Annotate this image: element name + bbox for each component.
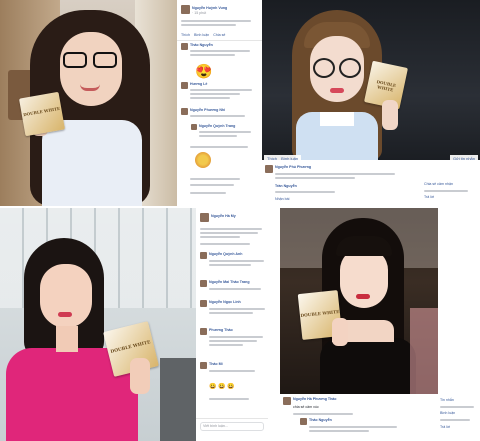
liker-name[interactable]: Nguyễn Phương Nhi — [190, 108, 225, 112]
product-box: DOUBLE WHITE — [19, 91, 65, 137]
photo-left-actions: Thích Bình luận — [264, 155, 302, 162]
comment-link[interactable]: Bình luận — [440, 411, 455, 415]
commenter-name[interactable]: Nguyễn Quỳnh Anh — [209, 252, 242, 256]
heart-eyes-emoji: 😍 — [195, 63, 213, 79]
sidebar-panel-4: Tin nhắn Bình luận Trả lời — [438, 394, 480, 441]
reply-link[interactable]: Trả lời — [424, 195, 434, 199]
panel-top-right: DOUBLE WHITE Thích Bình luận Gửi tin nhắ… — [262, 0, 480, 206]
comment-input[interactable]: Viết bình luận... — [200, 422, 264, 431]
commenter-name[interactable]: Nguyễn Ngọc Linh — [209, 300, 241, 304]
liker-name[interactable]: Hương Lê — [190, 82, 207, 86]
message-link[interactable]: Tin nhắn — [440, 398, 454, 402]
post-author[interactable]: Nguyễn Huỳnh Vung — [192, 6, 227, 10]
reply-link[interactable]: Trả lời — [440, 425, 450, 429]
commenter-name[interactable]: Nguyễn Mai Thảo Trang — [209, 280, 250, 284]
facebook-comments-panel-3: Nguyễn Hà My Nguyễn Quỳnh Anh Nguyễn Mai… — [196, 208, 268, 441]
comment-author[interactable]: Thảo Nguyễn — [190, 43, 213, 47]
comment-action[interactable]: Bình luận — [194, 33, 209, 37]
facebook-comments-panel-2: Nguyễn Phú Phương Trần Nguyễn Nhận bài C… — [262, 162, 480, 206]
panel-bottom-right: DOUBLE WHITE Nguyễn Hà Phương Thảo chia … — [270, 208, 480, 441]
sticker-image — [195, 152, 211, 168]
share-action[interactable]: Chia sẻ — [213, 33, 225, 37]
like-button[interactable]: Thích — [267, 156, 277, 161]
post-author[interactable]: Nguyễn Hà Phương Thảo — [293, 397, 337, 401]
photo-girl-bangs: DOUBLE WHITE — [280, 208, 438, 394]
commenter-name[interactable]: Phương Thảo — [209, 328, 233, 332]
post-author[interactable]: Nguyễn Phú Phương — [275, 165, 311, 169]
like-action[interactable]: Thích — [181, 33, 190, 37]
photo-girl-round-glasses: DOUBLE WHITE — [262, 0, 480, 160]
panel-bottom-left: DOUBLE WHITE Nguyễn Hà My Nguyễn Quỳnh A… — [0, 208, 268, 441]
post-author[interactable]: Nguyễn Hà My — [211, 214, 236, 218]
reply-author[interactable]: Thảo Nguyễn — [309, 418, 332, 422]
comment-button[interactable]: Bình luận — [281, 156, 298, 161]
comment-author[interactable]: Trần Nguyễn — [275, 184, 297, 188]
reply-link[interactable]: Nhận bài — [275, 197, 289, 201]
panel-top-left: DOUBLE WHITE Nguyễn Huỳnh Vung · 15 phút… — [0, 0, 262, 206]
share-feeling-link[interactable]: Chia sẻ cảm nhận — [424, 182, 453, 186]
facebook-comments-panel-4: Nguyễn Hà Phương Thảo chia sẻ cảm xúc Th… — [280, 394, 438, 441]
reply-author[interactable]: Nguyễn Quỳnh Trang — [199, 124, 235, 128]
send-message-button[interactable]: Gửi tin nhắn — [449, 155, 478, 162]
photo-girl-glasses: DOUBLE WHITE — [0, 0, 177, 206]
photo-girl-pink-top: DOUBLE WHITE — [0, 208, 196, 441]
commenter-name[interactable]: Thảo Mi — [209, 362, 223, 366]
smile-emoji: 😀 😀 😀 — [209, 384, 235, 390]
comment-text: chia sẻ cảm xúc — [293, 405, 319, 409]
facebook-comments-panel-1: Nguyễn Huỳnh Vung · 15 phút Thích Bình l… — [177, 0, 262, 206]
